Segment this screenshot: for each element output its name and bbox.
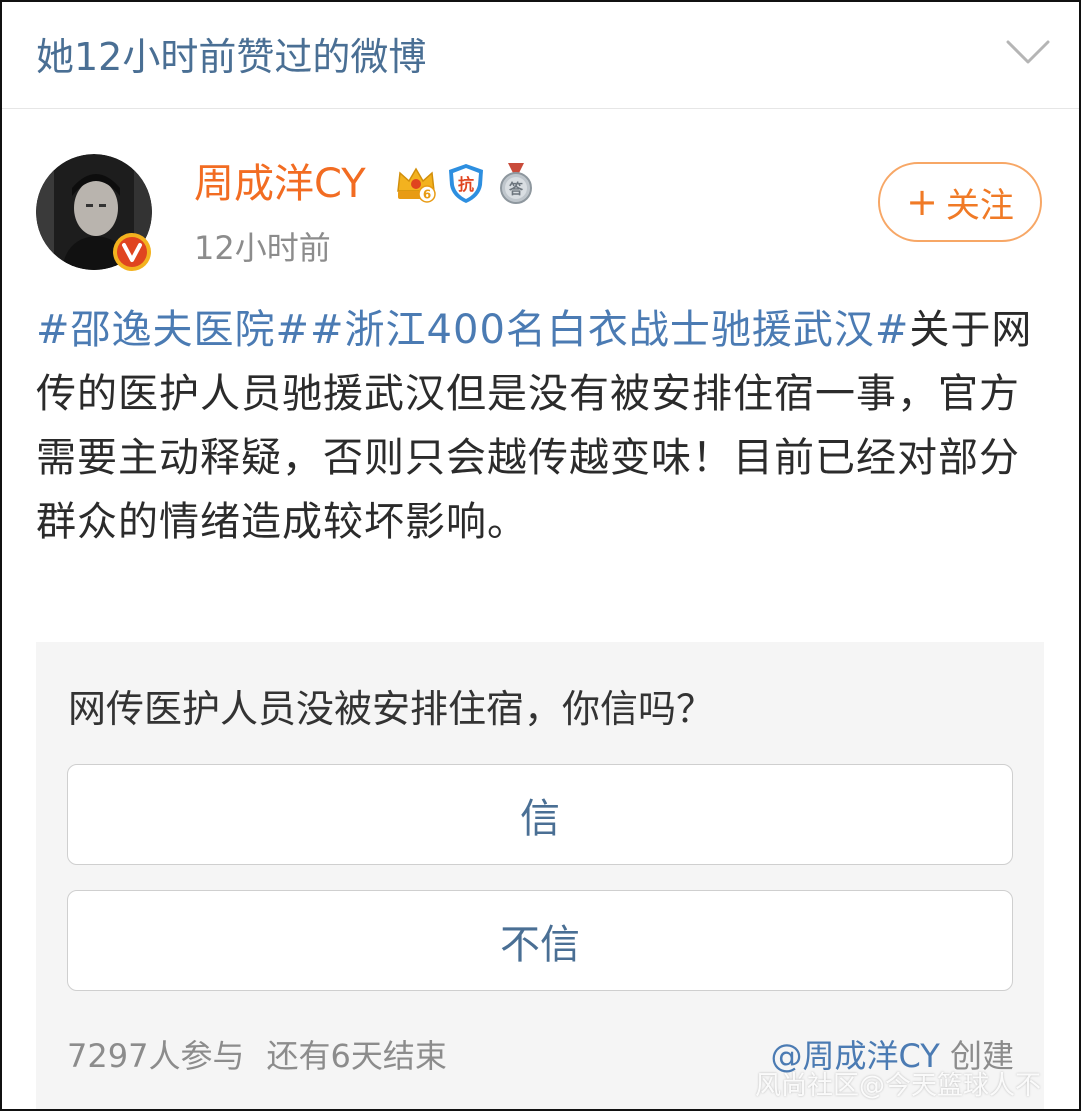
avatar[interactable] — [36, 154, 152, 271]
section-header[interactable]: 她12小时前赞过的微博 — [2, 2, 1079, 109]
plus-icon: + — [906, 180, 938, 224]
app-frame: 她12小时前赞过的微博 周成洋CY 6 抗 答 12小时前 + 关注 #邵逸夫医… — [0, 0, 1081, 1111]
kang-shield-icon[interactable]: 抗 — [444, 161, 488, 205]
watermark: 风尚社区@今天篮球人不 — [754, 1071, 1041, 1101]
user-badges: 6 抗 答 — [394, 160, 538, 206]
username-link[interactable]: 周成洋CY — [194, 156, 366, 212]
hashtag-link[interactable]: #浙江400名白衣战士驰援武汉# — [310, 307, 909, 353]
poll-question: 网传医护人员没被安排住宿，你信吗？ — [68, 687, 715, 731]
follow-button[interactable]: + 关注 — [878, 162, 1042, 242]
verified-badge-icon — [113, 233, 151, 271]
poll-option-disbelieve[interactable]: 不信 — [67, 890, 1013, 991]
svg-text:抗: 抗 — [458, 175, 474, 194]
chevron-down-icon[interactable] — [1002, 32, 1054, 72]
post-timestamp: 12小时前 — [194, 229, 331, 267]
poll-remaining: 还有6天结束 — [266, 1037, 447, 1075]
post-body: #邵逸夫医院##浙江400名白衣战士驰援武汉#关于网传的医护人员驰援武汉但是没有… — [36, 298, 1046, 554]
hashtag-link[interactable]: #邵逸夫医院# — [36, 307, 310, 353]
medal-icon[interactable]: 答 — [494, 161, 538, 205]
crown-level-icon[interactable]: 6 — [394, 161, 438, 205]
section-title: 她12小时前赞过的微博 — [36, 35, 427, 79]
svg-text:6: 6 — [423, 188, 431, 202]
follow-label: 关注 — [945, 185, 1014, 226]
poll-participants: 7297人参与 — [67, 1037, 245, 1075]
poll-card: 网传医护人员没被安排住宿，你信吗？ 信 不信 7297人参与 还有6天结束 @周成… — [36, 642, 1044, 1109]
poll-stats: 7297人参与 还有6天结束 — [67, 1034, 447, 1078]
svg-text:答: 答 — [509, 181, 524, 198]
poll-option-believe[interactable]: 信 — [67, 764, 1013, 865]
